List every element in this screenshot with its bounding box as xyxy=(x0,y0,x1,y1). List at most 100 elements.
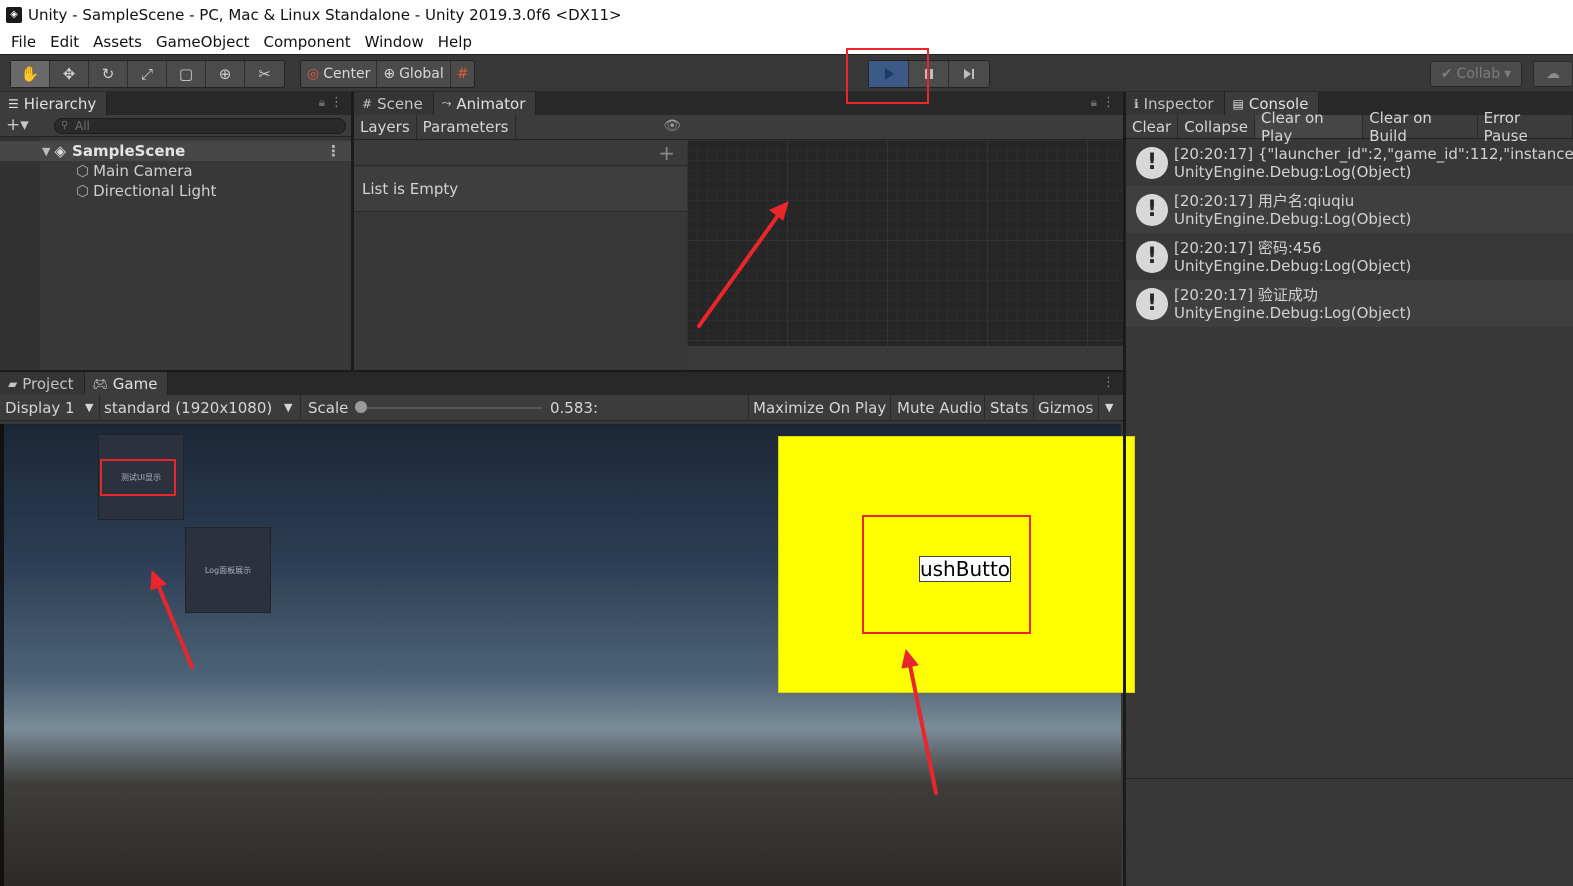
console-toolbar: Clear Collapse Clear on Play Clear on Bu… xyxy=(1126,109,1573,145)
panel-divider[interactable] xyxy=(0,370,1123,372)
rotate-tool-icon[interactable]: ↻ xyxy=(89,61,128,87)
lock-icon[interactable]: 🔒︎ xyxy=(319,95,325,110)
add-layer-icon[interactable]: + xyxy=(658,141,675,165)
animator-tab-label: Animator xyxy=(456,94,526,113)
animator-graph-canvas[interactable] xyxy=(687,140,1123,346)
rect-tool-icon[interactable]: ▢ xyxy=(167,61,206,87)
tab-layers[interactable]: Layers xyxy=(354,115,417,139)
resolution-label: standard (1920x1080) xyxy=(104,398,273,417)
annotation-box-card xyxy=(100,459,176,496)
window-title: Unity - SampleScene - PC, Mac & Linux St… xyxy=(28,5,622,24)
mute-audio-button[interactable]: Mute Audio xyxy=(897,395,982,420)
pivot-global-button[interactable]: ⊕ Global xyxy=(377,61,451,87)
search-icon: ⚲ xyxy=(61,120,69,131)
menu-file[interactable]: File xyxy=(4,33,43,51)
title-bar: ◈ Unity - SampleScene - PC, Mac & Linux … xyxy=(0,0,1573,29)
animator-subtabs: Layers Parameters 👁︎ xyxy=(354,115,687,140)
transform-tool-icon[interactable]: ⊕ xyxy=(206,61,245,87)
custom-tool-icon[interactable]: ✂ xyxy=(245,61,284,87)
display-label: Display 1 xyxy=(5,398,75,417)
clear-on-play-button[interactable]: Clear on Play xyxy=(1254,109,1364,145)
log-panel-button-label: Log面板展示 xyxy=(204,565,252,575)
error-pause-button[interactable]: Error Pause xyxy=(1478,109,1573,145)
display-dropdown[interactable]: Display 1 ▼ xyxy=(5,395,97,420)
tab-project[interactable]: ▰ Project xyxy=(0,372,85,395)
clear-on-build-button[interactable]: Clear on Build xyxy=(1363,109,1478,145)
folder-icon: ▰ xyxy=(8,376,18,391)
menu-edit[interactable]: Edit xyxy=(43,33,86,51)
lock-icon[interactable]: 🔒︎ xyxy=(1091,95,1097,110)
panel-menu-icon[interactable]: ⋮ xyxy=(1102,95,1115,110)
toolbar-separator xyxy=(1033,395,1034,420)
log-entry[interactable]: ! [20:20:17] 验证成功 UnityEngine.Debug:Log(… xyxy=(1126,280,1573,327)
toolbar-separator xyxy=(1098,395,1099,420)
gizmos-button[interactable]: Gizmos xyxy=(1038,395,1093,420)
log-message: [20:20:17] {"launcher_id":2,"game_id":11… xyxy=(1174,144,1573,163)
maximize-on-play-button[interactable]: Maximize On Play xyxy=(753,395,886,420)
grid-snap-button[interactable]: # xyxy=(451,61,475,87)
transform-tools: ✋ ✥ ↻ ⤢ ▢ ⊕ ✂ xyxy=(10,60,285,88)
tab-scene[interactable]: # Scene xyxy=(354,92,434,115)
log-entry[interactable]: ! [20:20:17] 用户名:qiuqiu UnityEngine.Debu… xyxy=(1126,186,1573,233)
log-entry[interactable]: ! [20:20:17] 密码:456 UnityEngine.Debug:Lo… xyxy=(1126,233,1573,280)
tab-parameters[interactable]: Parameters xyxy=(417,115,516,139)
gizmos-dropdown-icon[interactable]: ▼ xyxy=(1105,395,1113,420)
foldout-arrow-icon[interactable]: ▼ xyxy=(42,145,50,158)
chevron-down-icon: ▾ xyxy=(1504,66,1512,82)
panel-divider[interactable] xyxy=(351,92,354,370)
hierarchy-item[interactable]: ⬡ Main Camera xyxy=(0,161,351,181)
tab-animator[interactable]: ⤳ Animator xyxy=(433,92,537,115)
scale-tool-icon[interactable]: ⤢ xyxy=(128,61,167,87)
list-icon: ☰ xyxy=(8,96,19,111)
collab-button[interactable]: ✔ Collab ▾ xyxy=(1430,61,1522,87)
scene-menu-icon[interactable]: ⋮ xyxy=(326,142,341,160)
hierarchy-search-input[interactable]: ⚲ All xyxy=(54,118,346,134)
eye-icon[interactable]: 👁︎ xyxy=(663,118,681,134)
tab-game[interactable]: 🎮︎ Game xyxy=(84,372,169,395)
hierarchy-scene-row[interactable]: ▼ ◈ SampleScene ⋮ xyxy=(0,141,351,161)
log-panel-button[interactable]: Log面板展示 xyxy=(185,527,271,613)
move-tool-icon[interactable]: ✥ xyxy=(50,61,89,87)
toolbar-separator xyxy=(300,395,301,420)
project-tab-label: Project xyxy=(22,374,74,393)
log-info-icon: ! xyxy=(1136,287,1168,320)
pivot-label: Center xyxy=(323,66,371,82)
clear-button[interactable]: Clear xyxy=(1126,115,1179,138)
game-tab-label: Game xyxy=(112,374,158,393)
layer-add-bar: + xyxy=(354,140,687,166)
hierarchy-panel: ☰ Hierarchy 🔒︎ ⋮ +▾ ⚲ All ▼ ◈ SampleScen… xyxy=(0,92,351,370)
menu-gameobject[interactable]: GameObject xyxy=(149,33,257,51)
toolbar-separator xyxy=(984,395,985,420)
console-log-list: ! [20:20:17] {"launcher_id":2,"game_id":… xyxy=(1126,139,1573,379)
panel-menu-icon[interactable]: ⋮ xyxy=(330,95,343,110)
menu-help[interactable]: Help xyxy=(431,33,479,51)
create-add-icon[interactable]: +▾ xyxy=(6,115,29,135)
step-button[interactable] xyxy=(949,61,989,87)
log-entry[interactable]: ! [20:20:17] {"launcher_id":2,"game_id":… xyxy=(1126,139,1573,186)
resolution-dropdown[interactable]: standard (1920x1080) ▼ xyxy=(104,395,298,420)
menu-window[interactable]: Window xyxy=(358,33,431,51)
pivot-icon: ◎ xyxy=(307,66,320,82)
log-source: UnityEngine.Debug:Log(Object) xyxy=(1174,162,1412,181)
tab-hierarchy[interactable]: ☰ Hierarchy xyxy=(0,92,108,115)
scale-slider-track[interactable] xyxy=(360,407,542,409)
animator-graph-footer xyxy=(687,346,1123,370)
menu-component[interactable]: Component xyxy=(257,33,358,51)
tab-inspector[interactable]: ℹ Inspector xyxy=(1126,92,1225,115)
menu-assets[interactable]: Assets xyxy=(86,33,149,51)
pivot-center-button[interactable]: ◎ Center xyxy=(301,61,378,87)
inspector-tab-label: Inspector xyxy=(1143,94,1214,113)
stats-button[interactable]: Stats xyxy=(990,395,1028,420)
info-icon: ℹ xyxy=(1134,96,1139,111)
animator-layer-list: + List is Empty xyxy=(354,140,687,370)
panel-menu-icon[interactable]: ⋮ xyxy=(1102,375,1115,390)
hand-tool-icon[interactable]: ✋ xyxy=(11,61,50,87)
scale-slider-handle[interactable] xyxy=(355,401,367,413)
panel-divider[interactable] xyxy=(1123,92,1126,886)
collapse-button[interactable]: Collapse xyxy=(1178,115,1255,138)
hierarchy-item[interactable]: ⬡ Directional Light xyxy=(0,181,351,201)
hierarchy-item-label: Main Camera xyxy=(93,162,193,180)
hierarchy-tab-label: Hierarchy xyxy=(23,94,97,113)
step-icon xyxy=(964,69,974,79)
cloud-button[interactable]: ☁ xyxy=(1533,61,1573,87)
